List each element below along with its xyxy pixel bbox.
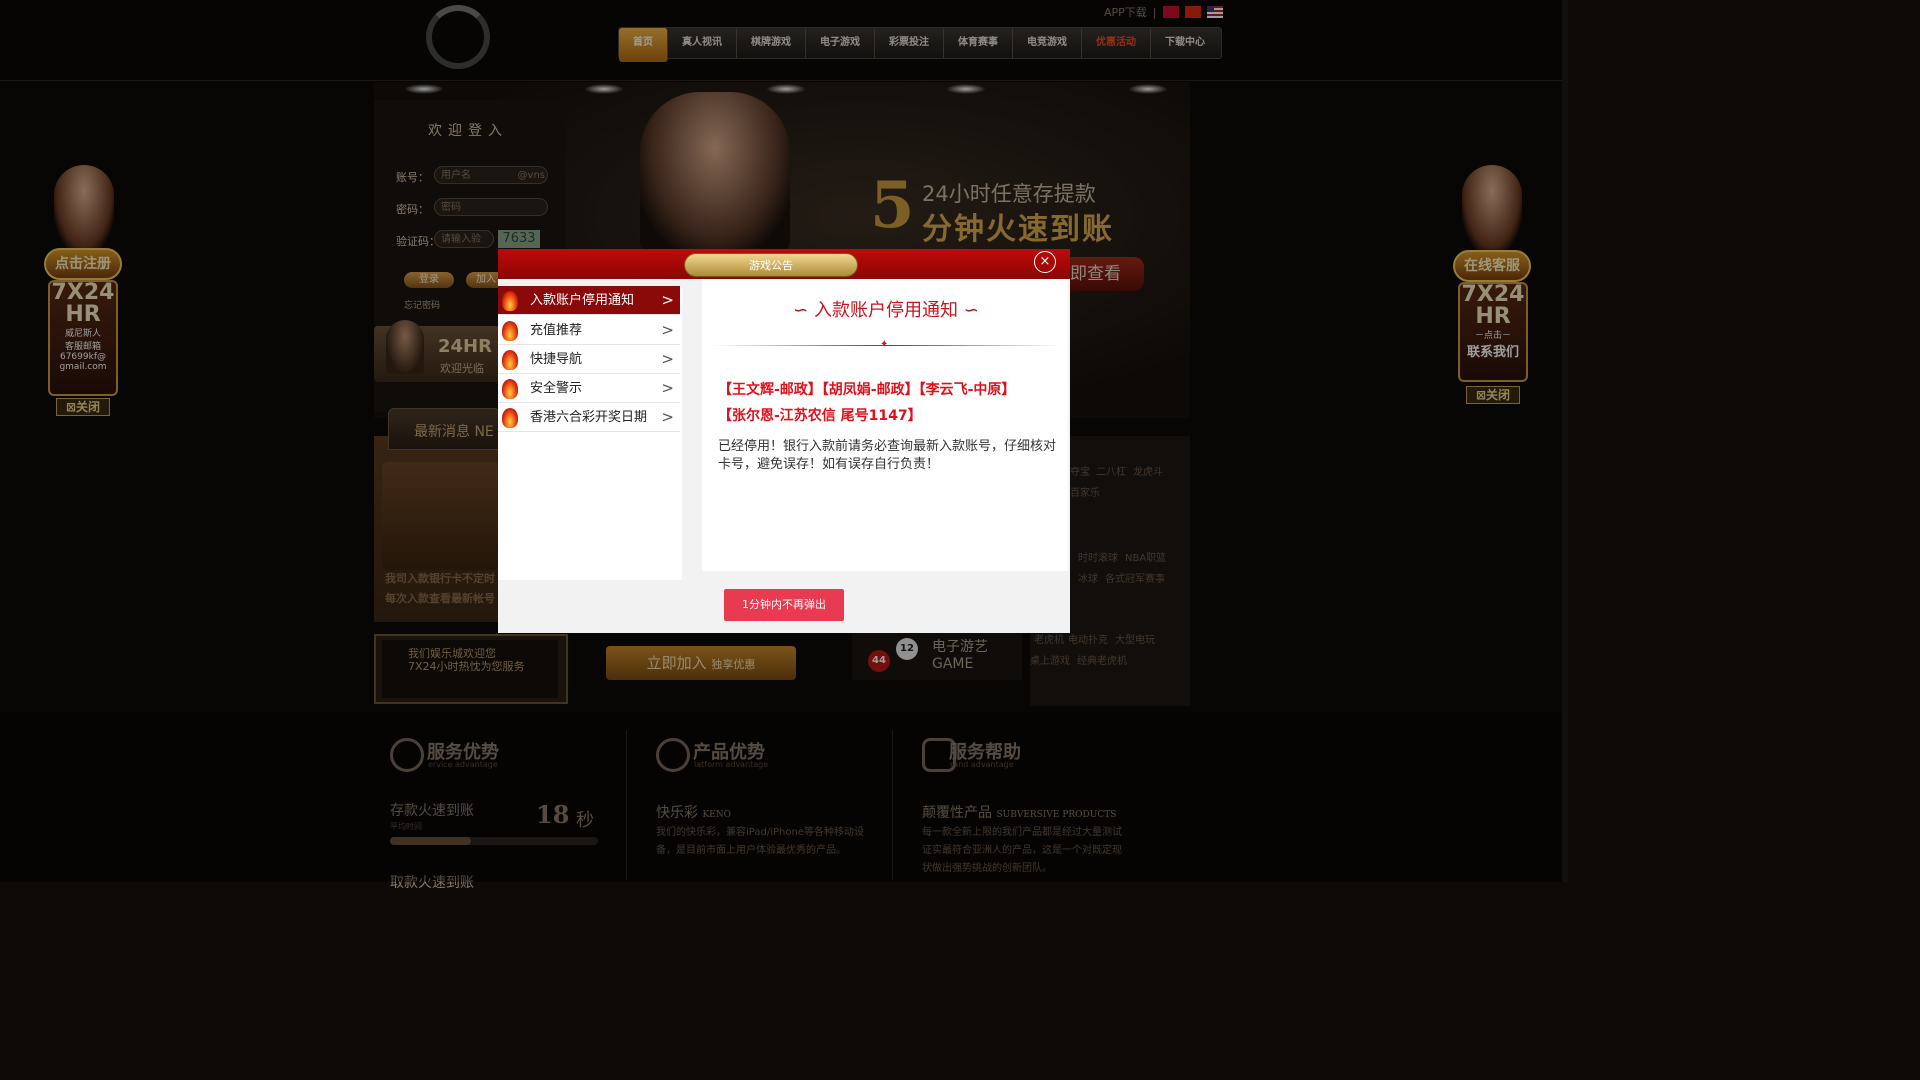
chevron-right-icon: > (661, 321, 674, 339)
menu-item-mark-six[interactable]: 香港六合彩开奖日期 > (498, 403, 680, 432)
disabled-accounts-line2: 【张尔恩-江苏农信 尾号1147】 (718, 408, 922, 424)
modal-title: 游戏公告 (684, 253, 858, 277)
fire-icon (502, 321, 518, 341)
menu-item-recharge[interactable]: 充值推荐 > (498, 316, 680, 345)
disabled-accounts: 【王文辉-邮政】【胡凤娟-邮政】【李云飞-中原】 【张尔恩-江苏农信 尾号114… (718, 377, 1058, 429)
content-body: 已经停用！银行入款前请务必查询最新入款账号，仔细核对卡号，避免误存！如有误存自行… (718, 439, 1057, 472)
menu-item-label: 安全警示 (530, 381, 583, 396)
announcement-menu: 入款账户停用通知 > 充值推荐 > 快捷导航 > 安全警示 > 香港六合彩开奖日… (498, 286, 682, 580)
menu-item-security[interactable]: 安全警示 > (498, 374, 680, 403)
ornament-left-icon: ∽ (793, 300, 809, 321)
menu-item-label: 入款账户停用通知 (530, 293, 635, 308)
chevron-right-icon: > (661, 350, 674, 368)
chevron-right-icon: > (661, 379, 674, 397)
fire-icon (502, 379, 518, 399)
menu-item-label: 充值推荐 (530, 323, 583, 338)
star-icon: ✦ (880, 339, 889, 350)
content-title-text: 入款账户停用通知 (814, 300, 958, 321)
fire-icon (502, 291, 518, 311)
content-title: ∽ 入款账户停用通知 ∽ (708, 296, 1064, 322)
menu-item-label: 快捷导航 (530, 352, 583, 367)
dont-show-button[interactable]: 1分钟内不再弹出 (724, 589, 844, 621)
menu-item-deposit-notice[interactable]: 入款账户停用通知 > (498, 286, 680, 315)
chevron-right-icon: > (661, 291, 674, 309)
modal-close-button[interactable]: × (1034, 251, 1056, 273)
menu-item-label: 香港六合彩开奖日期 (530, 410, 648, 425)
fire-icon (502, 408, 518, 428)
disabled-accounts-line1: 【王文辉-邮政】【胡凤娟-邮政】【李云飞-中原】 (718, 382, 1016, 398)
menu-item-quick-nav[interactable]: 快捷导航 > (498, 345, 680, 374)
fire-icon (502, 350, 518, 370)
ornament-right-icon: ∽ (963, 300, 979, 321)
chevron-right-icon: > (661, 408, 674, 426)
